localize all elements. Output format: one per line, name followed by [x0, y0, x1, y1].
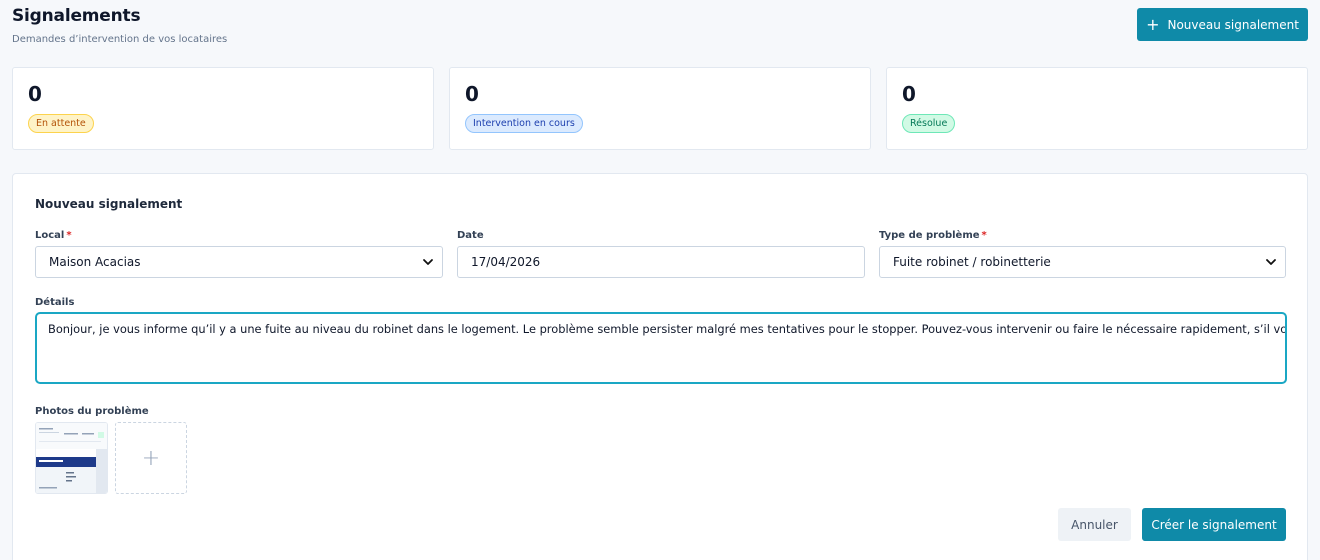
stat-card-resolved: 0 Résolue	[886, 67, 1308, 150]
stat-value-resolved: 0	[902, 82, 916, 106]
required-mark: *	[981, 230, 987, 241]
local-label: Local *	[35, 230, 72, 241]
status-badge-in-progress: Intervention en cours	[465, 114, 583, 133]
form-title: Nouveau signalement	[35, 197, 183, 211]
problem-type-select[interactable]: Fuite robinet / robinetterie	[879, 246, 1286, 278]
required-mark: *	[66, 230, 72, 241]
photo-thumbnail-image	[36, 423, 107, 493]
status-badge-pending: En attente	[28, 114, 94, 133]
new-report-button[interactable]: + Nouveau signalement	[1137, 8, 1308, 41]
date-input[interactable]: 17/04/2026	[457, 246, 865, 278]
new-report-form: Nouveau signalement Local * Maison Acacia…	[12, 173, 1308, 560]
cancel-button[interactable]: Annuler	[1058, 508, 1131, 541]
stat-card-in-progress: 0 Intervention en cours	[449, 67, 871, 150]
page-header: Signalements Demandes d’intervention de …	[12, 6, 227, 45]
stat-value-pending: 0	[28, 82, 42, 106]
photos-label: Photos du problème	[35, 406, 149, 417]
new-report-button-label: Nouveau signalement	[1167, 17, 1299, 32]
chevron-down-icon	[1266, 259, 1276, 265]
date-label: Date	[457, 230, 484, 241]
plus-icon: +	[141, 445, 161, 471]
details-textarea[interactable]: Bonjour, je vous informe qu’il y a une f…	[35, 312, 1287, 384]
chevron-down-icon	[423, 259, 433, 265]
page-title: Signalements	[12, 6, 141, 26]
problem-type-label: Type de problème *	[879, 230, 987, 241]
details-label: Détails	[35, 297, 75, 308]
date-input-value: 17/04/2026	[471, 255, 541, 269]
stat-card-pending: 0 En attente	[12, 67, 434, 150]
add-photo-button[interactable]: +	[115, 422, 187, 494]
photo-thumbnail[interactable]	[35, 422, 108, 494]
local-select-value: Maison Acacias	[49, 255, 141, 269]
problem-type-select-value: Fuite robinet / robinetterie	[893, 255, 1051, 269]
create-report-button[interactable]: Créer le signalement	[1142, 508, 1286, 541]
page: Signalements Demandes d’intervention de …	[0, 0, 1320, 560]
plus-icon: +	[1146, 14, 1160, 34]
page-subtitle: Demandes d’intervention de vos locataire…	[12, 34, 228, 45]
local-select[interactable]: Maison Acacias	[35, 246, 443, 278]
status-badge-resolved: Résolue	[902, 114, 956, 133]
stat-value-in-progress: 0	[465, 82, 479, 106]
